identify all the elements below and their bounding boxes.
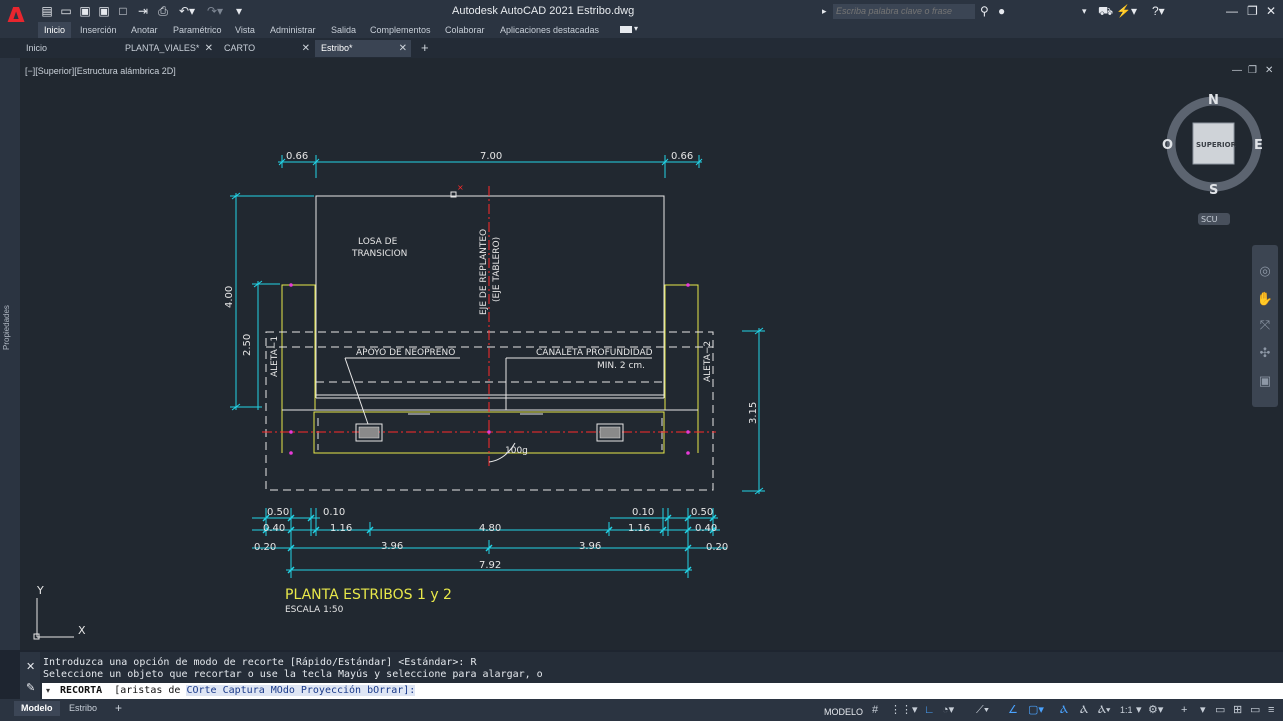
- option-rest: do: [282, 685, 301, 696]
- command-history-line-2: Seleccione un objeto que recortar o use …: [43, 669, 543, 680]
- model-space-toggle[interactable]: MODELO: [824, 705, 863, 719]
- dim-row1-b: 0.10: [323, 507, 345, 518]
- cad-drawing[interactable]: 0.66 7.00 0.66 4.00 2.50 3.15 × LOSA DE …: [0, 0, 1283, 721]
- command-history-line-1: Introduzca una opción de modo de recorte…: [43, 657, 477, 668]
- dim-row3-a: 0.20: [254, 542, 276, 553]
- option-rest: rte: [198, 685, 223, 696]
- drawing-scale: ESCALA 1:50: [285, 605, 344, 615]
- annotation-scale-icon[interactable]: Ⲁ▾: [1098, 703, 1111, 717]
- object-snap-icon[interactable]: ▢▾: [1028, 703, 1044, 717]
- aleta-2-label: ALETA−2: [703, 341, 713, 382]
- customize-wrench-icon[interactable]: ✎: [26, 681, 35, 694]
- annotation-visibility-icon[interactable]: Ⲁ: [1060, 703, 1068, 717]
- polar-tracking-icon[interactable]: ◔▾: [942, 703, 954, 717]
- command-option-borrar[interactable]: bOrrar]:: [367, 685, 416, 696]
- viewcube-face[interactable]: SUPERIOR: [1196, 141, 1237, 149]
- layout-tab-estribo[interactable]: Estribo: [62, 701, 104, 716]
- command-option-modo[interactable]: MOdo: [270, 685, 301, 696]
- close-command-line-icon[interactable]: ✕: [26, 660, 35, 673]
- viewcube-east[interactable]: E: [1254, 138, 1263, 153]
- scale-selector[interactable]: 1:1: [1120, 703, 1133, 717]
- ucs-icon: [33, 598, 74, 640]
- command-option-proyeccion[interactable]: Proyección: [300, 685, 368, 696]
- option-key: CO: [186, 685, 199, 696]
- dim-row4-total: 7.92: [479, 560, 501, 571]
- pan-hand-icon[interactable]: ✋: [1256, 290, 1274, 308]
- eje-label-line1: EJE DE REPLANTEO: [479, 229, 489, 315]
- orbit-icon[interactable]: ✣: [1256, 344, 1274, 362]
- isolate-objects-icon[interactable]: ▭: [1250, 703, 1260, 717]
- recent-commands-icon[interactable]: ▾: [46, 686, 50, 695]
- eje-label-line2: (EJE TABLERO): [492, 237, 502, 302]
- dim-row2-c: 4.80: [479, 523, 501, 534]
- ucs-menu-label[interactable]: SCU: [1201, 215, 1218, 224]
- dim-row1-a: 0.50: [267, 507, 289, 518]
- annotation-monitor-icon[interactable]: +: [1181, 703, 1187, 717]
- ortho-icon[interactable]: ∟: [924, 703, 935, 717]
- snap-icon[interactable]: ⋮⋮▾: [890, 703, 918, 717]
- customization-menu-icon[interactable]: ≡: [1268, 703, 1274, 717]
- command-name: RECORTA: [60, 685, 103, 696]
- dim-row2-a: 0.40: [263, 523, 285, 534]
- apoyo-label: APOYO DE NEOPRENO: [356, 348, 455, 358]
- command-option-corte[interactable]: COrte: [186, 685, 223, 696]
- auto-scale-icon[interactable]: Ⲁ: [1080, 703, 1088, 717]
- drawing-title: PLANTA ESTRIBOS 1 y 2: [285, 587, 452, 603]
- units-icon[interactable]: ▾: [1200, 703, 1206, 717]
- layout-tab-modelo[interactable]: Modelo: [14, 701, 60, 716]
- option-rest: rrar]:: [379, 685, 416, 696]
- losa-label-line1: LOSA DE: [358, 237, 398, 247]
- dim-row3-c: 3.96: [579, 541, 601, 552]
- dim-text-left-4: 4.00: [224, 286, 235, 308]
- grid-icon[interactable]: #: [872, 703, 878, 717]
- red-marker: ×: [457, 183, 464, 192]
- status-bar: [0, 699, 1283, 721]
- dim-text-left-2-5: 2.50: [242, 334, 253, 356]
- dim-row1-d: 0.50: [691, 507, 713, 518]
- viewcube-south[interactable]: S: [1209, 183, 1218, 198]
- dim-text-right: 3.15: [748, 402, 759, 424]
- option-key: MO: [270, 685, 283, 696]
- lock-ui-icon[interactable]: ⊞: [1233, 703, 1242, 717]
- scale-dropdown-icon[interactable]: ▾: [1136, 703, 1142, 717]
- workspace-gear-icon[interactable]: ⚙▾: [1148, 703, 1163, 717]
- viewcube-north[interactable]: N: [1208, 93, 1219, 108]
- command-option-captura[interactable]: Captura: [222, 685, 271, 696]
- dim-row2-e: 0.40: [695, 523, 717, 534]
- option-key: bO: [367, 685, 380, 696]
- canaleta-label-line1: CANALETA PROFUNDIDAD: [536, 348, 653, 358]
- quick-properties-icon[interactable]: ▭: [1215, 703, 1225, 717]
- dim-text-top-center: 7.00: [480, 151, 502, 162]
- dim-row1-c: 0.10: [632, 507, 654, 518]
- command-prompt[interactable]: RECORTA [aristas de COrte Captura MOdo P…: [60, 685, 416, 696]
- red-axis-lines: [262, 186, 716, 466]
- aleta-1-label: ALETA−1: [270, 336, 280, 377]
- new-layout-plus-icon[interactable]: +: [108, 701, 129, 716]
- object-snap-tracking-icon[interactable]: ∠: [1008, 703, 1018, 717]
- angle-label: 100g: [505, 446, 528, 456]
- isodraft-icon[interactable]: ⟋▾: [976, 703, 989, 717]
- steering-wheel-icon[interactable]: ◎: [1256, 262, 1274, 280]
- dim-row2-d: 1.16: [628, 523, 650, 534]
- showmotion-icon[interactable]: ▣: [1256, 372, 1274, 390]
- ucs-axis-y: Y: [36, 584, 44, 597]
- dim-row2-b: 1.16: [330, 523, 352, 534]
- dim-text-top-left: 0.66: [286, 151, 308, 162]
- viewcube-west[interactable]: O: [1162, 138, 1173, 153]
- zoom-extents-icon[interactable]: ⤧: [1256, 316, 1274, 334]
- losa-label-line2: TRANSICION: [351, 249, 407, 259]
- dim-row3-b: 3.96: [381, 541, 403, 552]
- command-option-text: [aristas de: [114, 685, 187, 696]
- ucs-axis-x: X: [78, 624, 86, 637]
- canaleta-label-line2: MIN. 2 cm.: [597, 361, 645, 371]
- dim-row3-d: 0.20: [706, 542, 728, 553]
- dim-text-top-right: 0.66: [671, 151, 693, 162]
